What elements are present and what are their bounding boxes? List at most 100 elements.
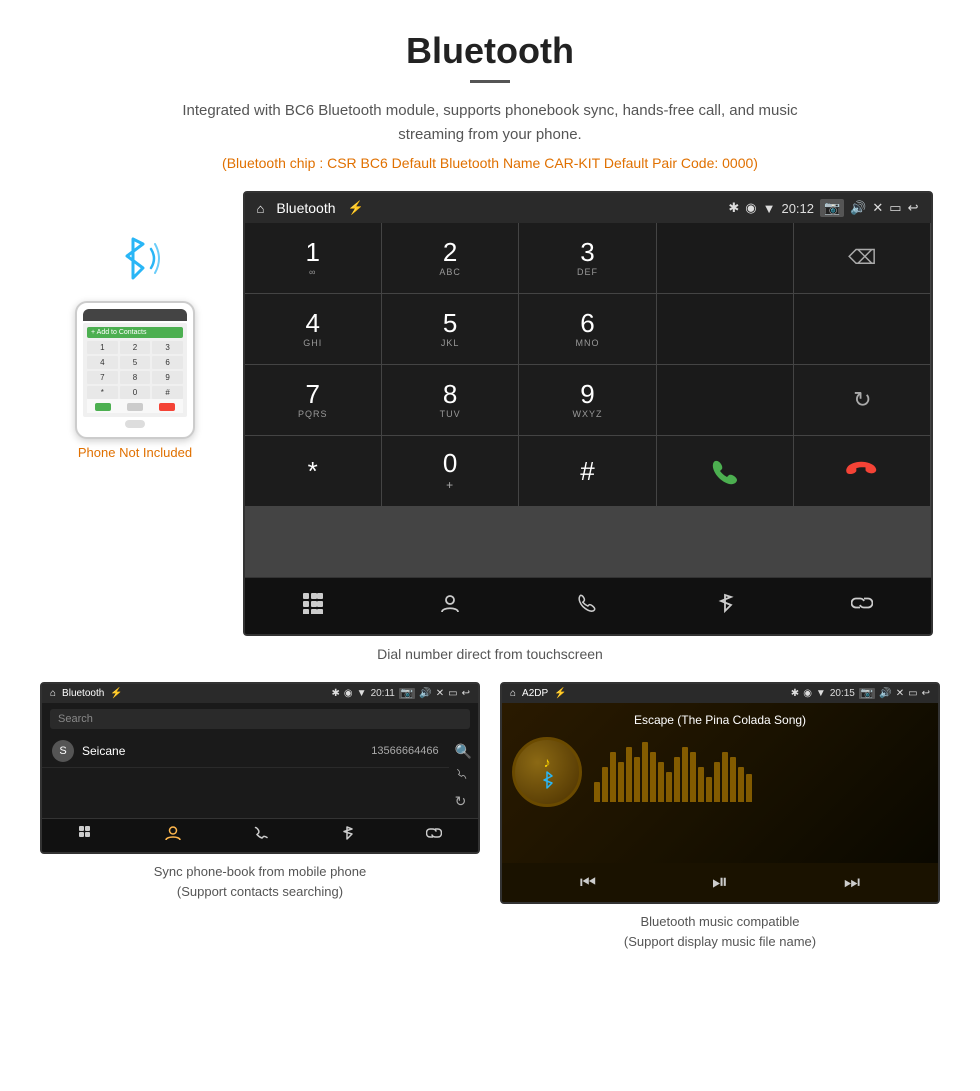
music-usb-icon: ⚡ [554, 688, 566, 699]
music-close-icon[interactable]: ✕ [896, 688, 904, 699]
close-icon[interactable]: ✕ [872, 200, 883, 216]
music-prev-btn[interactable]: ⏮ [580, 872, 596, 893]
phone-key-3[interactable]: 3 [152, 341, 183, 354]
dial-key-0[interactable]: 0 + [382, 436, 518, 506]
phone-key-hash[interactable]: # [152, 386, 183, 399]
dial-key-7[interactable]: 7 PQRS [245, 365, 381, 435]
viz-bar [714, 762, 720, 802]
pb-content: S Seicane 13566664466 🔍 ↻ [42, 735, 478, 818]
music-vol-icon[interactable]: 🔊 [879, 688, 891, 699]
dial-call-btn[interactable] [657, 436, 793, 506]
dial-refresh[interactable]: ↻ [794, 365, 930, 435]
dial-key-6[interactable]: 6 MNO [519, 294, 655, 364]
music-album-art: ♪ [512, 737, 582, 807]
volume-icon[interactable]: 🔊 [850, 200, 866, 216]
dial-key-2[interactable]: 2 ABC [382, 223, 518, 293]
pb-call-icon[interactable] [455, 768, 472, 785]
music-next-btn[interactable]: ⏭ [844, 872, 860, 893]
music-caption: Bluetooth music compatible(Support displ… [624, 912, 816, 951]
music-bt-icon: ✱ [791, 688, 799, 699]
toolbar-bluetooth-icon[interactable] [702, 588, 748, 624]
phone-end-btn[interactable] [159, 403, 175, 411]
dial-key-1[interactable]: 1 ∞ [245, 223, 381, 293]
pb-cam-icon[interactable]: 📷 [399, 688, 415, 699]
viz-bar [666, 772, 672, 802]
window-icon[interactable]: ▭ [889, 200, 901, 216]
phone-key-8[interactable]: 8 [120, 371, 151, 384]
phone-call-btn[interactable] [95, 403, 111, 411]
viz-bar [706, 777, 712, 802]
dial-end-btn[interactable] [794, 436, 930, 506]
dial-key-8[interactable]: 8 TUV [382, 365, 518, 435]
back-icon[interactable]: ↩ [908, 200, 919, 216]
pb-tb-phone[interactable] [252, 825, 268, 846]
pb-window-icon[interactable]: ▭ [448, 688, 457, 699]
title-underline [470, 80, 510, 83]
phone-bottom-bar [87, 399, 183, 413]
phone-key-4[interactable]: 4 [87, 356, 118, 369]
music-cam-icon[interactable]: 📷 [859, 688, 875, 699]
home-icon[interactable]: ⌂ [257, 201, 265, 216]
phone-not-included-label: Phone Not Included [78, 445, 192, 460]
dial-empty-4 [657, 365, 793, 435]
toolbar-grid-icon[interactable] [290, 588, 336, 624]
phone-home-btn[interactable] [125, 420, 145, 428]
pb-topbar-left: ⌂ Bluetooth ⚡ [50, 688, 123, 699]
pb-topbar-right: ✱ ◉ ▼ 20:11 📷 🔊 ✕ ▭ ↩ [332, 688, 470, 699]
dial-key-hash[interactable]: # [519, 436, 655, 506]
phone-key-1[interactable]: 1 [87, 341, 118, 354]
phone-key-0[interactable]: 0 [120, 386, 151, 399]
pb-tb-link[interactable] [426, 825, 442, 846]
music-wifi-icon: ▼ [816, 688, 826, 699]
viz-bar [746, 774, 752, 802]
phone-key-6[interactable]: 6 [152, 356, 183, 369]
phone-middle-btn[interactable] [127, 403, 143, 411]
pb-vol-icon[interactable]: 🔊 [419, 688, 431, 699]
dial-key-4[interactable]: 4 GHI [245, 294, 381, 364]
dial-backspace[interactable]: ⌫ [794, 223, 930, 293]
viz-bar [722, 752, 728, 802]
music-window-icon[interactable]: ▭ [908, 688, 917, 699]
pb-back-icon[interactable]: ↩ [462, 688, 470, 699]
pb-search-bar[interactable]: Search [50, 709, 470, 729]
music-back-icon[interactable]: ↩ [922, 688, 930, 699]
music-block: ⌂ A2DP ⚡ ✱ ◉ ▼ 20:15 📷 🔊 ✕ ▭ ↩ E [500, 682, 940, 951]
pb-refresh-icon[interactable]: ↻ [455, 793, 472, 810]
viz-bar [642, 742, 648, 802]
pb-search-icon[interactable]: 🔍 [455, 743, 472, 760]
pb-tb-grid[interactable] [78, 825, 94, 846]
camera-icon[interactable]: 📷 [820, 199, 844, 217]
dial-key-star[interactable]: * [245, 436, 381, 506]
phone-key-2[interactable]: 2 [120, 341, 151, 354]
phone-key-9[interactable]: 9 [152, 371, 183, 384]
pb-home-icon[interactable]: ⌂ [50, 688, 56, 699]
dial-key-9[interactable]: 9 WXYZ [519, 365, 655, 435]
pb-title: Bluetooth [62, 688, 104, 699]
album-art-inner: ♪ [537, 754, 557, 790]
page-specs: (Bluetooth chip : CSR BC6 Default Blueto… [20, 155, 960, 171]
pb-contact-row[interactable]: S Seicane 13566664466 [42, 735, 449, 768]
music-play-btn[interactable]: ⏯ [712, 871, 728, 894]
pb-avatar: S [52, 740, 74, 762]
music-home-icon[interactable]: ⌂ [510, 688, 516, 699]
phone-screen-header: + Add to Contacts [87, 327, 183, 338]
dial-key-5[interactable]: 5 JKL [382, 294, 518, 364]
toolbar-link-icon[interactable] [839, 588, 885, 624]
pb-tb-bluetooth[interactable] [339, 825, 355, 846]
toolbar-contact-icon[interactable] [427, 588, 473, 624]
music-loc-icon: ◉ [803, 688, 812, 699]
toolbar-phone-icon[interactable] [564, 588, 610, 624]
viz-bar [690, 752, 696, 802]
phone-key-5[interactable]: 5 [120, 356, 151, 369]
pb-tb-contact[interactable] [165, 825, 181, 846]
phone-key-7[interactable]: 7 [87, 371, 118, 384]
end-call-icon [846, 455, 878, 487]
pb-contact-name: Seicane [82, 744, 371, 758]
viz-bar [650, 752, 656, 802]
music-topbar: ⌂ A2DP ⚡ ✱ ◉ ▼ 20:15 📷 🔊 ✕ ▭ ↩ [502, 684, 938, 703]
dialpad-grid: 1 ∞ 2 ABC 3 DEF ⌫ 4 GHI 5 JKL [245, 223, 931, 577]
pb-close-icon[interactable]: ✕ [436, 688, 444, 699]
dial-key-3[interactable]: 3 DEF [519, 223, 655, 293]
music-time: 20:15 [830, 688, 855, 699]
phone-key-star[interactable]: * [87, 386, 118, 399]
